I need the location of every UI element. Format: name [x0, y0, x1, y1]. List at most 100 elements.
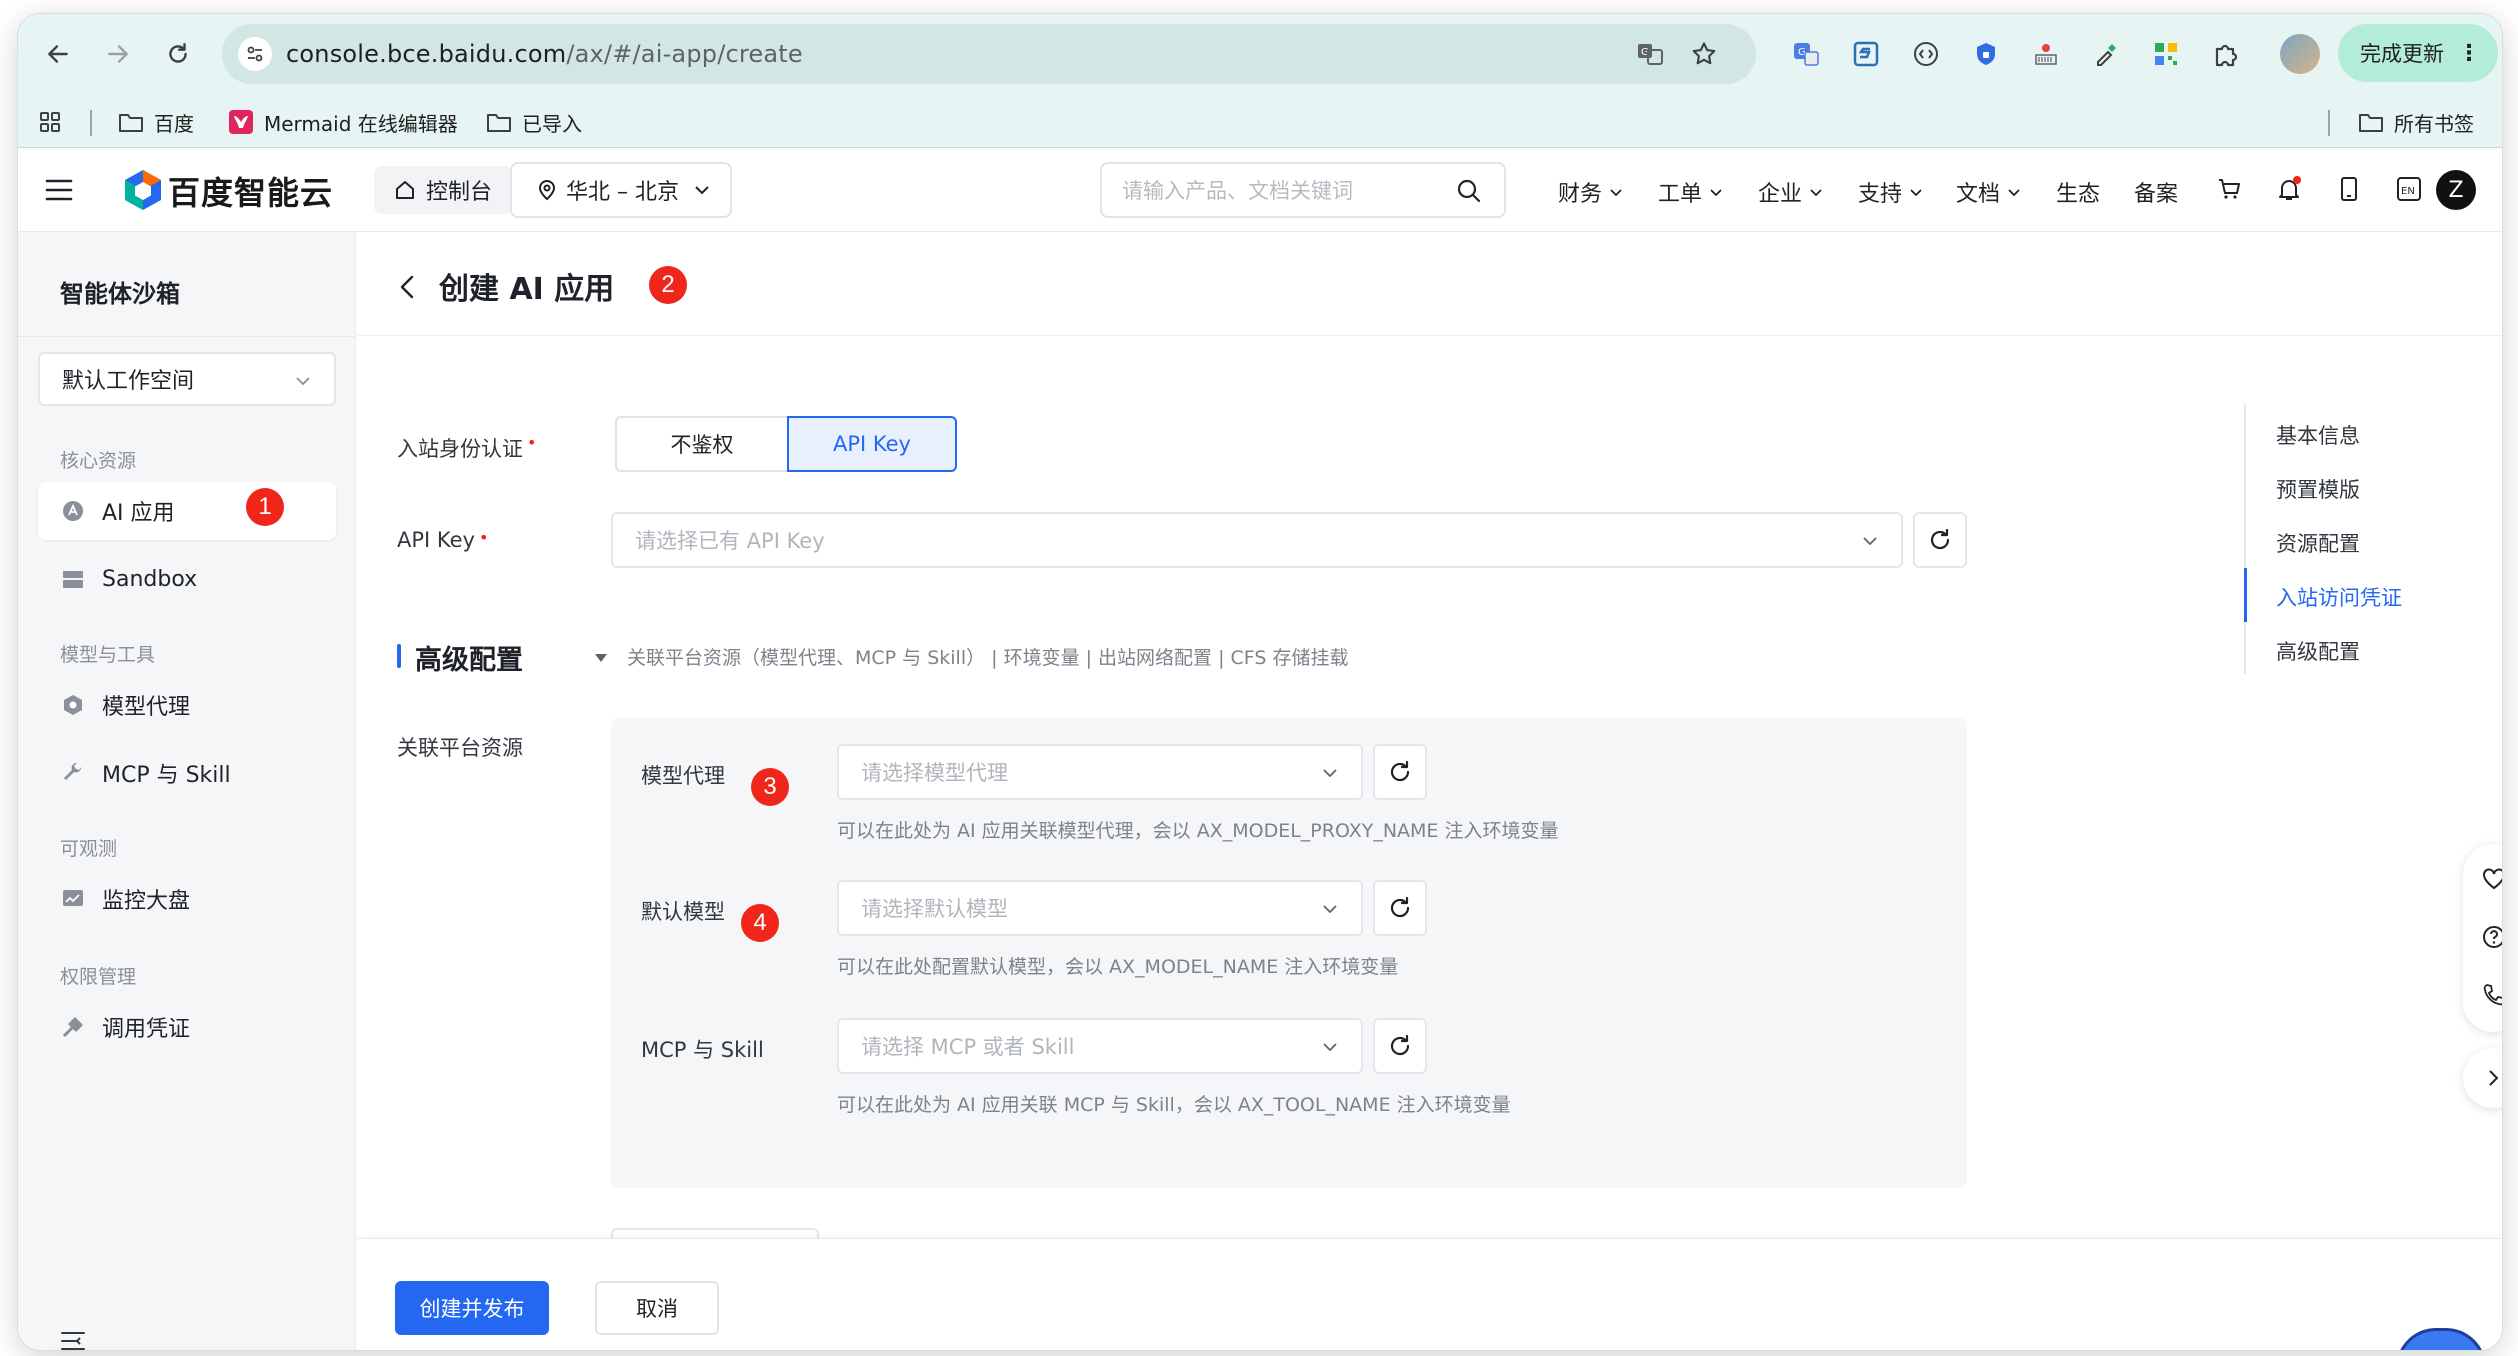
sandbox-icon: [60, 566, 86, 592]
barcode-extension-icon[interactable]: [2028, 36, 2064, 72]
address-bar[interactable]: console.bce.baidu.com/ax/#/ai-app/create…: [222, 24, 1756, 84]
anchor-resource-config[interactable]: 资源配置: [2276, 528, 2360, 558]
form-footer: 创建并发布 取消: [357, 1238, 2502, 1350]
apikey-label: API Key •: [397, 528, 489, 552]
browser-window: console.bce.baidu.com/ax/#/ai-app/create…: [18, 14, 2502, 1350]
create-publish-button[interactable]: 创建并发布: [395, 1281, 549, 1335]
more-menu-icon[interactable]: ⋮: [2458, 41, 2480, 66]
url-text[interactable]: console.bce.baidu.com/ax/#/ai-app/create: [286, 40, 803, 68]
reload-icon[interactable]: [160, 36, 196, 72]
anchor-inbound-credential[interactable]: 入站访问凭证: [2276, 582, 2402, 612]
sidebar-item-ai-app[interactable]: AI 应用: [38, 482, 336, 540]
hamburger-menu-icon[interactable]: [44, 176, 74, 204]
sidebar-item-credentials[interactable]: 调用凭证: [38, 998, 356, 1056]
refresh-icon: [1390, 1034, 1410, 1056]
back-icon[interactable]: [40, 36, 76, 72]
nav-docs[interactable]: 文档: [1956, 176, 2022, 208]
nav-ticket[interactable]: 工单: [1658, 176, 1724, 208]
auth-label: 入站身份认证 •: [397, 433, 537, 461]
location-pin-icon: [538, 180, 556, 201]
mcp-skill-refresh-button[interactable]: [1373, 1018, 1427, 1074]
refresh-icon: [1390, 760, 1410, 782]
workspace-select[interactable]: 默认工作空间: [38, 352, 336, 406]
folder-icon: [487, 114, 511, 132]
refresh-icon: [1390, 896, 1410, 918]
brand-name[interactable]: 百度智能云: [168, 168, 333, 214]
anchor-advanced-config[interactable]: 高级配置: [2276, 636, 2360, 666]
bookmark-baidu[interactable]: 百度: [118, 106, 194, 138]
default-model-refresh-button[interactable]: [1373, 880, 1427, 936]
console-button[interactable]: 控制台: [374, 166, 513, 214]
search-icon[interactable]: [1456, 178, 1482, 204]
baidu-cloud-logo-icon[interactable]: [122, 168, 164, 212]
ai-app-icon: [60, 498, 86, 524]
bookmark-imported[interactable]: 已导入: [486, 106, 582, 138]
nav-finance[interactable]: 财务: [1558, 176, 1624, 208]
user-avatar[interactable]: Z: [2436, 170, 2476, 210]
advanced-title: 高级配置: [415, 645, 523, 676]
chevron-down-icon: [1810, 189, 1822, 197]
all-bookmarks[interactable]: 所有书签: [2358, 106, 2474, 138]
sidebar-group-observability: 可观测: [60, 838, 118, 860]
cancel-button[interactable]: 取消: [595, 1281, 719, 1335]
folder-icon: [119, 114, 143, 132]
sidebar-item-mcp-skill[interactable]: MCP 与 Skill: [38, 744, 356, 802]
code-extension-icon[interactable]: [1908, 36, 1944, 72]
default-model-select[interactable]: 请选择默认模型: [837, 880, 1363, 936]
sidebar-item-model-proxy[interactable]: 模型代理: [38, 676, 356, 734]
bell-icon[interactable]: [2274, 174, 2304, 204]
update-label: 完成更新: [2360, 42, 2444, 66]
svg-text:EN: EN: [2401, 186, 2415, 197]
eyedropper-extension-icon[interactable]: [2088, 36, 2124, 72]
browser-toolbar: console.bce.baidu.com/ax/#/ai-app/create…: [18, 14, 2502, 96]
global-search-input[interactable]: 请输入产品、文档关键词: [1100, 162, 1506, 218]
section-marker: [397, 644, 401, 668]
nav-support[interactable]: 支持: [1858, 176, 1924, 208]
caret-down-icon[interactable]: [593, 652, 609, 664]
extensions-puzzle-icon[interactable]: [2208, 36, 2244, 72]
model-proxy-select[interactable]: 请选择模型代理: [837, 744, 1363, 800]
anchor-preset-template[interactable]: 预置模版: [2276, 474, 2360, 504]
collapse-sidebar-icon[interactable]: [60, 1330, 86, 1350]
language-icon[interactable]: EN: [2394, 174, 2424, 204]
s-extension-icon[interactable]: [1848, 36, 1884, 72]
chevron-down-icon: [1323, 1043, 1337, 1052]
step-badge-1: 1: [246, 488, 284, 526]
nav-enterprise[interactable]: 企业: [1758, 176, 1824, 208]
model-proxy-refresh-button[interactable]: [1373, 744, 1427, 800]
auth-option-apikey[interactable]: API Key: [787, 416, 957, 472]
apikey-refresh-button[interactable]: [1913, 512, 1967, 568]
qrcode-extension-icon[interactable]: [2148, 36, 2184, 72]
heart-icon[interactable]: [2481, 866, 2502, 892]
forward-icon[interactable]: [100, 36, 136, 72]
sidebar-group-core: 核心资源: [60, 450, 137, 472]
auth-option-none[interactable]: 不鉴权: [615, 416, 787, 472]
shield-extension-icon[interactable]: [1968, 36, 2004, 72]
cart-icon[interactable]: [2214, 174, 2244, 204]
nav-ecosystem[interactable]: 生态: [2056, 176, 2100, 208]
anchor-track: [2244, 404, 2246, 674]
bookmark-separator: [2328, 110, 2330, 136]
region-selector[interactable]: 华北 – 北京: [510, 162, 732, 218]
default-model-hint: 可以在此处配置默认模型，会以 AX_MODEL_NAME 注入环境变量: [837, 956, 1399, 978]
translate-icon[interactable]: G: [1634, 38, 1666, 70]
update-button[interactable]: 完成更新 ⋮: [2338, 24, 2498, 82]
bookmark-star-icon[interactable]: [1688, 38, 1720, 70]
floating-toolbar: [2463, 844, 2502, 1032]
apikey-select[interactable]: 请选择已有 API Key: [611, 512, 1903, 568]
phone-icon[interactable]: [2481, 982, 2502, 1008]
help-icon[interactable]: [2481, 924, 2502, 950]
site-info-icon[interactable]: [238, 37, 272, 71]
mobile-icon[interactable]: [2334, 174, 2364, 204]
sidebar-item-sandbox[interactable]: Sandbox: [38, 550, 356, 608]
wrench-icon: [60, 760, 86, 786]
mcp-skill-select[interactable]: 请选择 MCP 或者 Skill: [837, 1018, 1363, 1074]
nav-filing[interactable]: 备案: [2134, 176, 2178, 208]
anchor-basic-info[interactable]: 基本信息: [2276, 420, 2360, 450]
profile-avatar[interactable]: [2280, 34, 2320, 74]
sidebar-item-dashboard[interactable]: 监控大盘: [38, 870, 356, 928]
apps-grid-icon[interactable]: [38, 106, 72, 138]
back-arrow-icon[interactable]: [397, 274, 419, 300]
translate-extension-icon[interactable]: G: [1788, 36, 1824, 72]
bookmark-mermaid[interactable]: Mermaid 在线编辑器: [228, 106, 458, 138]
